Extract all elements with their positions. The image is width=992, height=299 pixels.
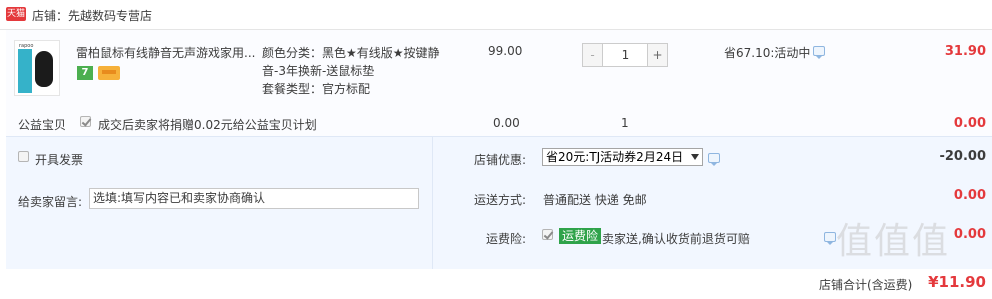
insurance-tag: 运费险 xyxy=(559,228,602,244)
sku-line: 套餐类型：官方标配 xyxy=(262,82,371,96)
watermark: 值值值 xyxy=(836,221,951,262)
qty-input[interactable]: 1 xyxy=(604,44,647,66)
insurance-chat-icon[interactable] xyxy=(824,232,836,245)
sku-line: 颜色分类：黑色★有线版★按键静 xyxy=(262,46,440,60)
insurance-text: 卖家送,确认收货前退货可赔 xyxy=(602,232,750,246)
shop-total-label: 店铺合计(含运费) xyxy=(819,278,913,292)
shop-header: 天猫 店铺：先越数码专营店 xyxy=(0,0,992,30)
discount-amount: -20.00 xyxy=(939,149,986,164)
promo-text: 省67.10:活动中 xyxy=(724,46,811,60)
invoice-checkbox[interactable] xyxy=(18,151,29,162)
insurance-cost: 0.00 xyxy=(953,227,986,242)
discount-selected-value: 省20元:TJ活动券2月24日 xyxy=(546,150,684,164)
insurance-label: 运费险: xyxy=(486,232,527,246)
invoice-label[interactable]: 开具发票 xyxy=(35,151,83,168)
unit-price: 99.00 xyxy=(488,44,523,58)
shop-total-amount: ¥11.90 xyxy=(928,273,986,291)
product-title[interactable]: 雷柏鼠标有线静音无声游戏家用... xyxy=(76,44,256,62)
qty-minus-button[interactable]: - xyxy=(583,44,603,66)
column-divider xyxy=(432,136,433,269)
message-label: 给卖家留言: xyxy=(18,195,83,209)
shop-discount-label: 店铺优惠: xyxy=(474,153,527,167)
welfare-label: 公益宝贝 xyxy=(18,118,67,132)
shop-name[interactable]: 店铺：先越数码专营店 xyxy=(32,7,152,24)
discount-select[interactable]: 省20元:TJ活动券2月24日 xyxy=(542,148,703,166)
chevron-down-icon[interactable] xyxy=(688,149,702,165)
insurance-checkbox[interactable] xyxy=(542,229,553,240)
credit-card-icon xyxy=(98,66,120,80)
welfare-price: 0.00 xyxy=(493,116,520,130)
shipping-cost: 0.00 xyxy=(953,188,986,203)
product-box-image xyxy=(18,49,32,93)
shipping-label: 运送方式: xyxy=(474,193,527,207)
discount-chat-icon[interactable] xyxy=(708,153,720,166)
qty-plus-button[interactable]: + xyxy=(647,44,667,66)
seller-message-input[interactable]: 选填:填写内容已和卖家协商确认 xyxy=(89,188,419,209)
mouse-image xyxy=(35,51,53,87)
sku-line: 音-3年换新-送鼠标垫 xyxy=(262,64,375,78)
quantity-stepper: - 1 + xyxy=(582,43,668,67)
item-subtotal: 31.90 xyxy=(944,44,986,59)
tmall-badge: 天猫 xyxy=(6,7,26,21)
welfare-total: 0.00 xyxy=(953,116,986,131)
seven-day-return-icon: 7 xyxy=(77,66,93,80)
sku-info: 颜色分类：黑色★有线版★按键静 音-3年换新-送鼠标垫 套餐类型：官方标配 xyxy=(262,44,450,98)
welfare-checkbox[interactable] xyxy=(80,116,91,127)
product-thumbnail[interactable]: rapoo xyxy=(14,40,60,96)
shipping-method: 普通配送 快递 免邮 xyxy=(543,193,647,207)
promo-chat-icon[interactable] xyxy=(813,46,825,59)
welfare-text: 成交后卖家将捐赠0.02元给公益宝贝计划 xyxy=(98,118,317,132)
welfare-qty: 1 xyxy=(621,116,629,130)
